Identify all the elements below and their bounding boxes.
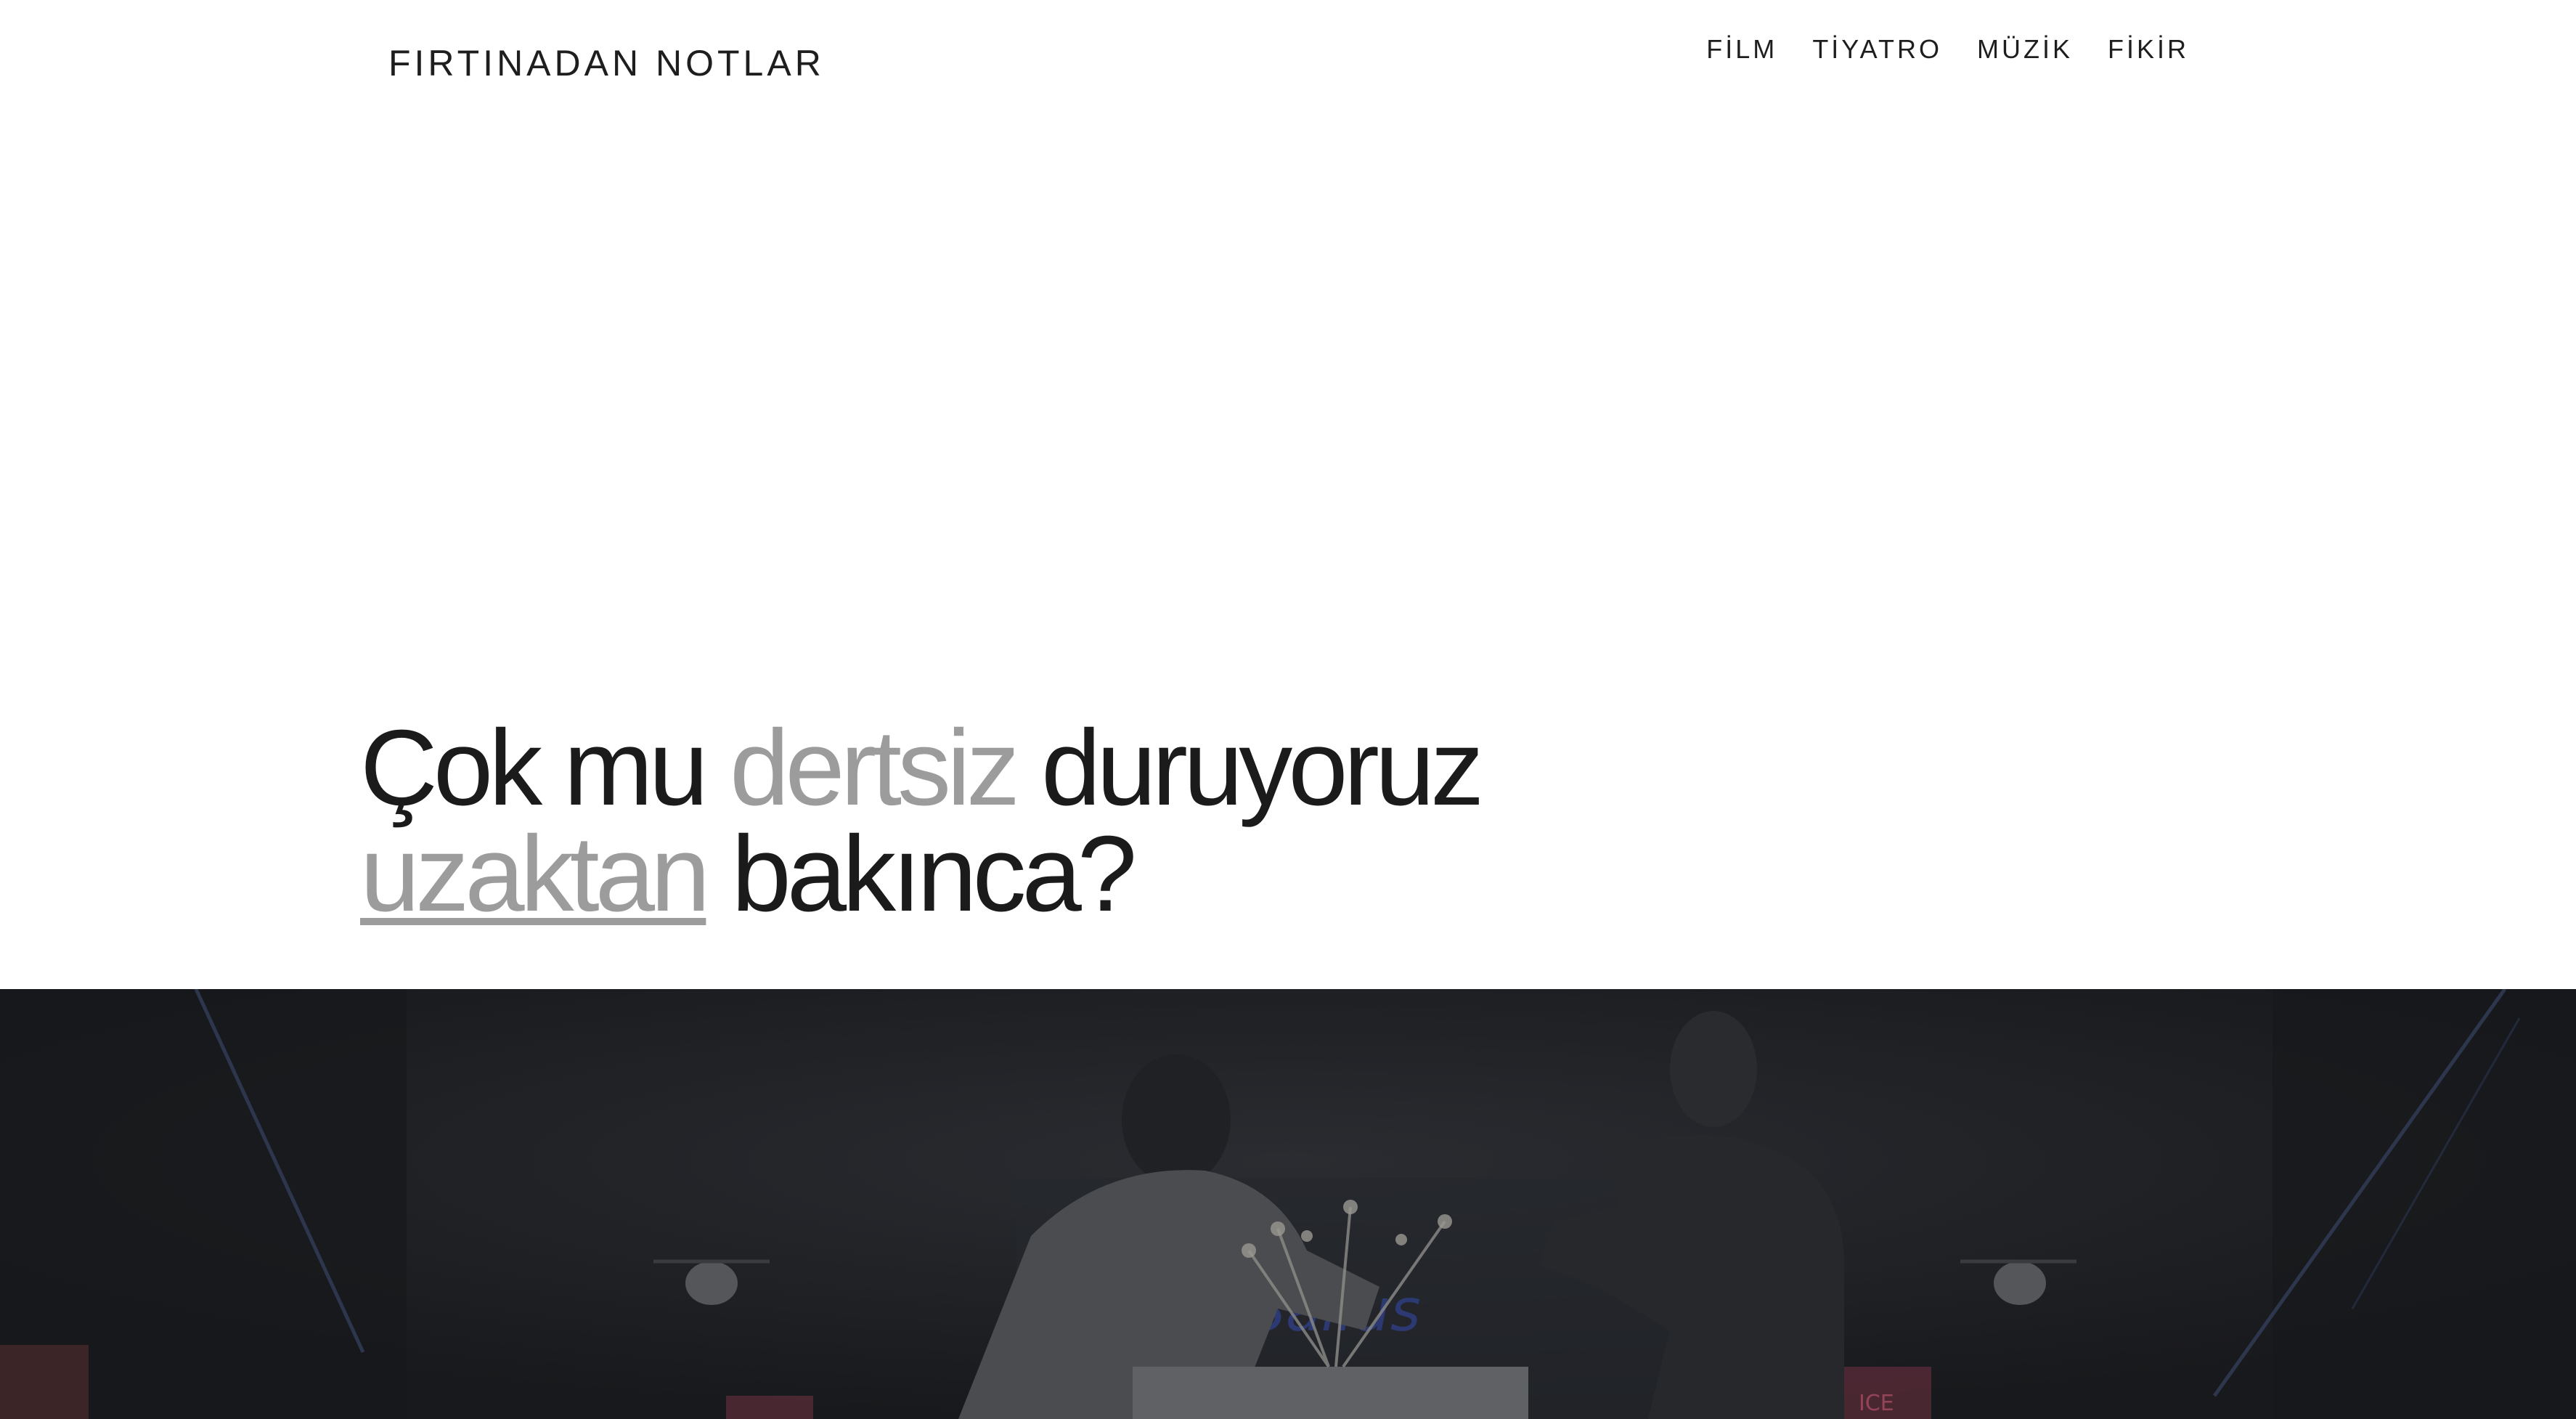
nav-link-film[interactable]: FİLM: [1706, 34, 1777, 64]
nav-link-muzik[interactable]: MÜZİK: [1977, 34, 2073, 64]
hero-image: Sallus ICE: [0, 989, 2576, 1419]
site-title-link[interactable]: FIRTINADAN NOTLAR: [388, 45, 825, 81]
headline-muted-word: dertsiz: [730, 708, 1020, 828]
nav-item-film: FİLM: [1706, 36, 1777, 62]
headline-link[interactable]: uzaktan: [360, 814, 710, 934]
main-nav: FİLM TİYATRO MÜZİK FİKİR: [1706, 36, 2189, 62]
nav-item-tiyatro: TİYATRO: [1812, 36, 1942, 62]
svg-text:ICE: ICE: [1859, 1391, 1894, 1416]
stage-photo-icon: Sallus ICE: [0, 989, 2576, 1419]
nav-item-fikir: FİKİR: [2108, 36, 2189, 62]
nav-item-muzik: MÜZİK: [1977, 36, 2073, 62]
article-headline: Çok mu dertsiz duruyoruz uzaktan bakınca?: [360, 715, 1484, 928]
nav-link-tiyatro[interactable]: TİYATRO: [1812, 34, 1942, 64]
headline-part-5: bakınca?: [706, 814, 1137, 934]
headline-part-1: Çok mu: [360, 708, 730, 828]
headline-part-3: duruyoruz: [1015, 708, 1484, 828]
nav-link-fikir[interactable]: FİKİR: [2108, 34, 2189, 64]
